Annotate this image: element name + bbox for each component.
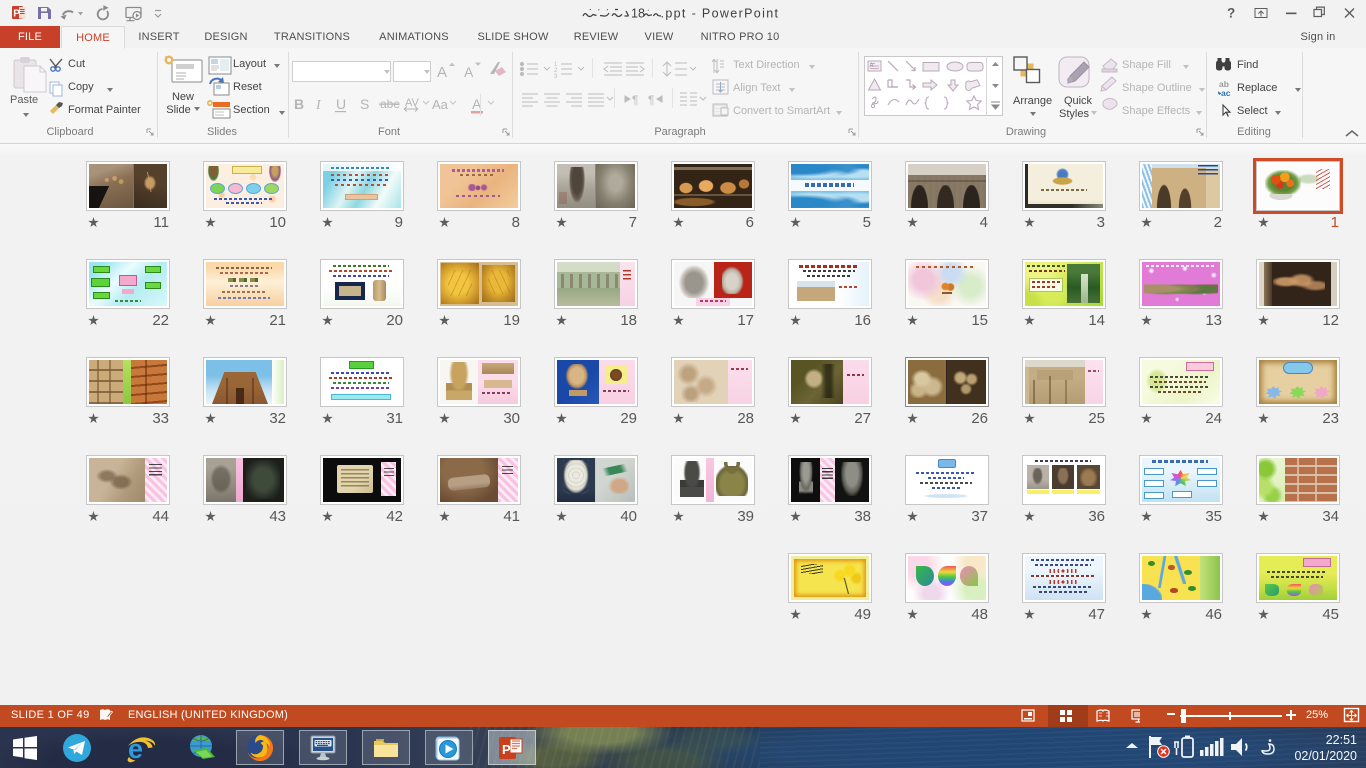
svg-text:Aa: Aa <box>432 97 449 112</box>
svg-text:?: ? <box>1227 6 1235 21</box>
svg-text:¶: ¶ <box>648 93 654 107</box>
svg-text:A: A <box>464 64 474 80</box>
svg-text:A: A <box>437 64 447 81</box>
svg-text:.ppt - PowerPoint: .ppt - PowerPoint <box>661 7 780 21</box>
svg-text:P: P <box>13 9 20 20</box>
svg-text:I: I <box>315 98 322 113</box>
svg-text:S: S <box>360 96 369 112</box>
svg-text:AV: AV <box>405 97 420 109</box>
svg-text:18: 18 <box>631 7 645 21</box>
svg-text:3: 3 <box>554 74 558 80</box>
svg-text:B: B <box>294 96 304 112</box>
svg-text:¶: ¶ <box>632 93 638 107</box>
svg-text:U: U <box>336 96 346 112</box>
svg-text:ac: ac <box>1221 88 1231 98</box>
svg-text:A: A <box>870 63 874 69</box>
